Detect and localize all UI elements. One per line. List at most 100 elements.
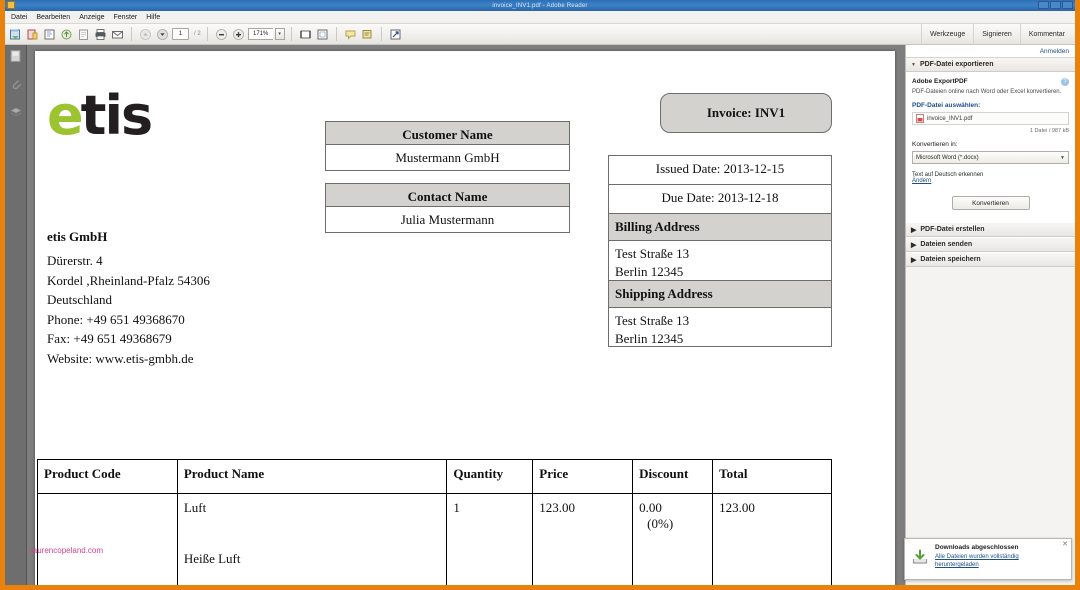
selected-file-name: invoice_INV1.pdf bbox=[927, 116, 972, 122]
file-meta-label: 1 Datei / 987 kB bbox=[912, 128, 1069, 134]
send-files-section-label: Dateien senden bbox=[920, 241, 972, 248]
billing-address-value: Test Straße 13 Berlin 12345 bbox=[608, 240, 832, 280]
discount-percent: (0%) bbox=[647, 516, 706, 532]
customer-name-header: Customer Name bbox=[325, 121, 570, 145]
help-icon[interactable]: ? bbox=[1061, 78, 1069, 86]
menu-item-fenster[interactable]: Fenster bbox=[114, 14, 138, 21]
export-pdf-section-header[interactable]: ▼ PDF-Datei exportieren bbox=[906, 58, 1075, 72]
zoom-level-input[interactable]: 171% bbox=[248, 28, 273, 40]
attachments-icon[interactable] bbox=[9, 77, 23, 91]
contact-name-header: Contact Name bbox=[325, 183, 570, 207]
menu-item-hilfe[interactable]: Hilfe bbox=[146, 14, 160, 21]
layers-icon[interactable] bbox=[9, 105, 23, 119]
view-group bbox=[295, 27, 333, 42]
toolbar-separator bbox=[291, 27, 292, 41]
invoice-details-table: Issued Date: 2013-12-15 Due Date: 2013-1… bbox=[608, 155, 832, 347]
toolbar-right-buttons: Werkzeuge Signieren Kommentar bbox=[921, 24, 1073, 45]
sticky-note-icon[interactable] bbox=[343, 27, 358, 42]
column-price: Price bbox=[533, 460, 633, 494]
store-files-section[interactable]: ▶ Dateien speichern bbox=[906, 252, 1075, 267]
products-table: Product Code Product Name Quantity Price… bbox=[37, 459, 832, 585]
page-thumbnails-icon[interactable] bbox=[9, 49, 23, 63]
chevron-down-icon: ▼ bbox=[911, 62, 916, 68]
menu-item-bearbeiten[interactable]: Bearbeiten bbox=[36, 14, 70, 21]
tools-side-panel: Anmelden ▼ PDF-Datei exportieren ? Adobe… bbox=[905, 45, 1075, 585]
copy-icon[interactable] bbox=[76, 27, 91, 42]
address-line: Kordel ,Rheinland-Pfalz 54306 bbox=[47, 271, 210, 291]
export-product-name: Adobe ExportPDF bbox=[912, 78, 1069, 85]
convert-format-select[interactable]: Microsoft Word (*.docx) ▼ bbox=[912, 151, 1069, 164]
maximize-button[interactable] bbox=[1050, 1, 1061, 9]
export-description: PDF-Dateien online nach Word oder Excel … bbox=[912, 88, 1069, 96]
toolbar-separator bbox=[131, 27, 132, 41]
tools-button[interactable]: Werkzeuge bbox=[921, 24, 973, 45]
highlight-text-icon[interactable] bbox=[360, 27, 375, 42]
column-quantity: Quantity bbox=[447, 460, 533, 494]
current-page-input[interactable]: 1 bbox=[172, 28, 189, 40]
column-total: Total bbox=[713, 460, 832, 494]
toolbar-separator bbox=[336, 27, 337, 41]
close-icon[interactable]: ✕ bbox=[1062, 541, 1068, 548]
email-icon[interactable] bbox=[110, 27, 125, 42]
address-line: Dürerstr. 4 bbox=[47, 251, 210, 271]
shipping-address-header: Shipping Address bbox=[608, 280, 832, 307]
adobe-reader-window: invoice_INV1.pdf - Adobe Reader Datei Be… bbox=[0, 0, 1080, 590]
sign-button[interactable]: Signieren bbox=[973, 24, 1020, 45]
table-header-row: Product Code Product Name Quantity Price… bbox=[38, 460, 832, 494]
minimize-button[interactable] bbox=[1038, 1, 1049, 9]
create-pdf-icon[interactable] bbox=[25, 27, 40, 42]
chevron-right-icon: ▶ bbox=[911, 256, 916, 264]
change-language-link[interactable]: Ändern bbox=[912, 178, 1069, 184]
close-button[interactable] bbox=[1062, 1, 1073, 9]
create-pdf-section[interactable]: ▶ PDF-Datei erstellen bbox=[906, 222, 1075, 237]
shipping-address-value: Test Straße 13 Berlin 12345 bbox=[608, 307, 832, 347]
discount-amount: 0.00 bbox=[639, 500, 662, 515]
cell-product-name: Luft Heiße Luft bbox=[177, 494, 447, 586]
arrow-down-icon[interactable] bbox=[155, 27, 170, 42]
download-link-line2[interactable]: heruntergeladen bbox=[935, 561, 1065, 569]
store-files-section-label: Dateien speichern bbox=[920, 256, 980, 263]
signin-link[interactable]: Anmelden bbox=[1040, 48, 1069, 55]
download-notification-body: Downloads abgeschlossen Alle Dateien wur… bbox=[935, 544, 1065, 574]
company-name: etis GmbH bbox=[47, 229, 107, 245]
upload-cloud-icon[interactable] bbox=[59, 27, 74, 42]
cell-discount: 0.00 (0%) bbox=[633, 494, 713, 586]
product-name-bottom: Heiße Luft bbox=[184, 551, 441, 567]
fullscreen-icon[interactable] bbox=[388, 27, 403, 42]
billing-address-header: Billing Address bbox=[608, 213, 832, 240]
export-pdf-section-body: ? Adobe ExportPDF PDF-Dateien online nac… bbox=[906, 72, 1075, 222]
fit-page-icon[interactable] bbox=[315, 27, 330, 42]
download-title: Downloads abgeschlossen bbox=[935, 544, 1065, 551]
save-file-icon[interactable] bbox=[42, 27, 57, 42]
shipping-line-1: Test Straße 13 bbox=[615, 312, 825, 330]
chevron-down-icon[interactable]: ▾ bbox=[275, 28, 285, 40]
plus-icon[interactable] bbox=[231, 27, 246, 42]
fit-width-icon[interactable] bbox=[298, 27, 313, 42]
send-files-section[interactable]: ▶ Dateien senden bbox=[906, 237, 1075, 252]
issued-date-row: Issued Date: 2013-12-15 bbox=[608, 155, 832, 184]
select-file-label[interactable]: PDF-Datei auswählen: bbox=[912, 102, 1069, 109]
minus-icon[interactable] bbox=[214, 27, 229, 42]
convert-button[interactable]: Konvertieren bbox=[952, 196, 1030, 210]
download-icon bbox=[911, 548, 929, 566]
menu-item-anzeige[interactable]: Anzeige bbox=[79, 14, 104, 21]
comment-button[interactable]: Kommentar bbox=[1020, 24, 1073, 45]
zoom-group: 171% ▾ bbox=[211, 27, 288, 42]
download-notification: ✕ Downloads abgeschlossen Alle Dateien w… bbox=[904, 538, 1072, 580]
cell-total: 123.00 bbox=[713, 494, 832, 586]
selected-file-row[interactable]: invoice_INV1.pdf bbox=[912, 112, 1069, 125]
open-file-icon[interactable] bbox=[8, 27, 23, 42]
arrow-up-icon[interactable] bbox=[138, 27, 153, 42]
address-line: Fax: +49 651 49368679 bbox=[47, 329, 210, 349]
toolbar-separator bbox=[381, 27, 382, 41]
company-address: Dürerstr. 4 Kordel ,Rheinland-Pfalz 5430… bbox=[47, 251, 210, 368]
menu-item-datei[interactable]: Datei bbox=[11, 14, 27, 21]
navigation-rail bbox=[5, 45, 27, 585]
table-gap bbox=[325, 171, 570, 183]
download-link-line1[interactable]: Alle Dateien wurden vollständig bbox=[935, 553, 1065, 561]
print-icon[interactable] bbox=[93, 27, 108, 42]
chevron-right-icon: ▶ bbox=[911, 226, 916, 234]
address-line: Phone: +49 651 49368670 bbox=[47, 310, 210, 330]
address-line: Website: www.etis-gmbh.de bbox=[47, 349, 210, 369]
window-title: invoice_INV1.pdf - Adobe Reader bbox=[492, 3, 587, 9]
